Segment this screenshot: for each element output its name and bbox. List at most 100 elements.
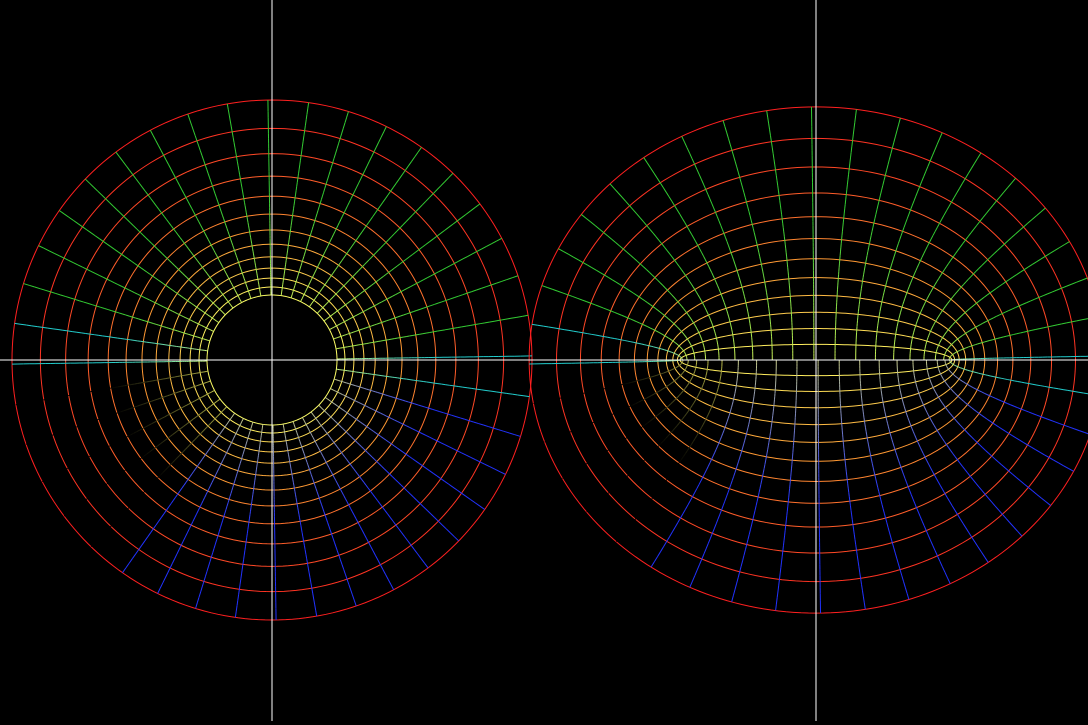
airfoil-ray [950, 345, 951, 346]
circle-ray [152, 400, 155, 401]
airfoil-ray [980, 391, 982, 392]
circle-ray [134, 226, 137, 229]
circle-ray [325, 184, 326, 188]
airfoil-ray [786, 521, 787, 526]
airfoil-ray [649, 395, 651, 396]
airfoil-ray [958, 378, 959, 379]
circle-ray [416, 208, 419, 211]
airfoil-ray [941, 401, 942, 403]
circle-ray [186, 246, 188, 249]
airfoil-ray [688, 315, 689, 317]
circle-ray [321, 196, 322, 200]
airfoil-ray [948, 578, 951, 584]
airfoil-ray [952, 506, 955, 510]
airfoil-ray [868, 248, 869, 252]
circle-ray [467, 254, 472, 256]
circle-ray [302, 141, 303, 146]
circle-ray [324, 305, 325, 306]
circle-ray [210, 242, 211, 245]
circle-ray [224, 269, 225, 271]
airfoil-ray [1082, 319, 1087, 320]
circle-ray [394, 338, 397, 339]
airfoil-ray [699, 430, 701, 433]
circle-ray [380, 202, 383, 206]
circle-ray [208, 174, 209, 178]
circle-ray [45, 290, 50, 292]
airfoil-ray [687, 384, 688, 386]
circle-ray [228, 231, 229, 234]
circle-ray [234, 413, 235, 414]
circle-ray [213, 390, 214, 391]
airfoil-ray [1004, 188, 1008, 193]
circle-ray [229, 234, 230, 237]
circle-ray [245, 281, 246, 283]
airfoil-ray [653, 307, 655, 309]
circle-ray [223, 457, 224, 459]
circle-ray [326, 398, 327, 399]
airfoil-ray [1012, 474, 1016, 477]
airfoil-ray [739, 277, 740, 280]
circle-ray [113, 206, 117, 210]
airfoil-ray [732, 405, 733, 408]
circle-ray [404, 488, 407, 491]
airfoil-ray [690, 317, 691, 319]
airfoil-ray [679, 460, 681, 463]
airfoil-ray [976, 301, 979, 303]
airfoil-ray [703, 256, 705, 259]
circle-ray [114, 249, 118, 252]
circle-ray [370, 455, 372, 457]
airfoil-ray [685, 222, 687, 226]
airfoil-ray [998, 400, 1001, 401]
circle-ray [235, 434, 236, 436]
airfoil-ray [944, 306, 946, 308]
airfoil-ray [933, 545, 935, 550]
circle-ray [250, 430, 251, 432]
circle-ray [401, 485, 404, 488]
airfoil-ray [631, 382, 634, 383]
airfoil-ray [695, 436, 697, 439]
airfoil-ray [630, 434, 633, 436]
circle-ray [106, 416, 110, 417]
circle-ray [211, 182, 212, 186]
airfoil-ray [706, 310, 707, 312]
circle-ray [315, 269, 316, 271]
airfoil-ray [1078, 392, 1083, 393]
circle-ray [327, 279, 328, 281]
airfoil-ray [1017, 272, 1021, 274]
circle-ray [249, 433, 250, 435]
circle-ray [160, 583, 163, 588]
circle-ray [442, 384, 446, 385]
circle-ray [350, 318, 352, 319]
circle-ray [32, 326, 37, 327]
airfoil-ray [962, 427, 964, 429]
circle-ray [109, 202, 113, 206]
airfoil-ray [898, 460, 899, 464]
circle-ray [180, 238, 182, 241]
airfoil-ray [933, 284, 935, 287]
circle-ray [500, 319, 505, 320]
airfoil-ray [935, 282, 937, 285]
circle-ray [335, 338, 336, 339]
circle-ray [181, 541, 183, 545]
circle-ray [217, 286, 218, 288]
circle-ray [215, 304, 216, 305]
airfoil-ray [957, 514, 960, 518]
circle-ray [195, 438, 197, 440]
circle-ray [366, 538, 368, 542]
circle-ray [348, 333, 350, 334]
circle-ray [298, 272, 299, 274]
circle-ray [328, 522, 329, 526]
circle-ray [349, 398, 351, 399]
circle-ray [180, 488, 182, 491]
airfoil-ray [782, 557, 783, 563]
circle-ray [185, 389, 187, 390]
airfoil-ray [1008, 237, 1012, 240]
circle-ray [212, 479, 213, 482]
circle-ray [197, 464, 199, 466]
airfoil-ray [947, 384, 948, 385]
airfoil-ray [608, 387, 612, 388]
circle-ray [188, 249, 190, 252]
circle-ray [491, 391, 496, 392]
airfoil-ray [949, 202, 952, 206]
circle-ray [383, 242, 386, 245]
